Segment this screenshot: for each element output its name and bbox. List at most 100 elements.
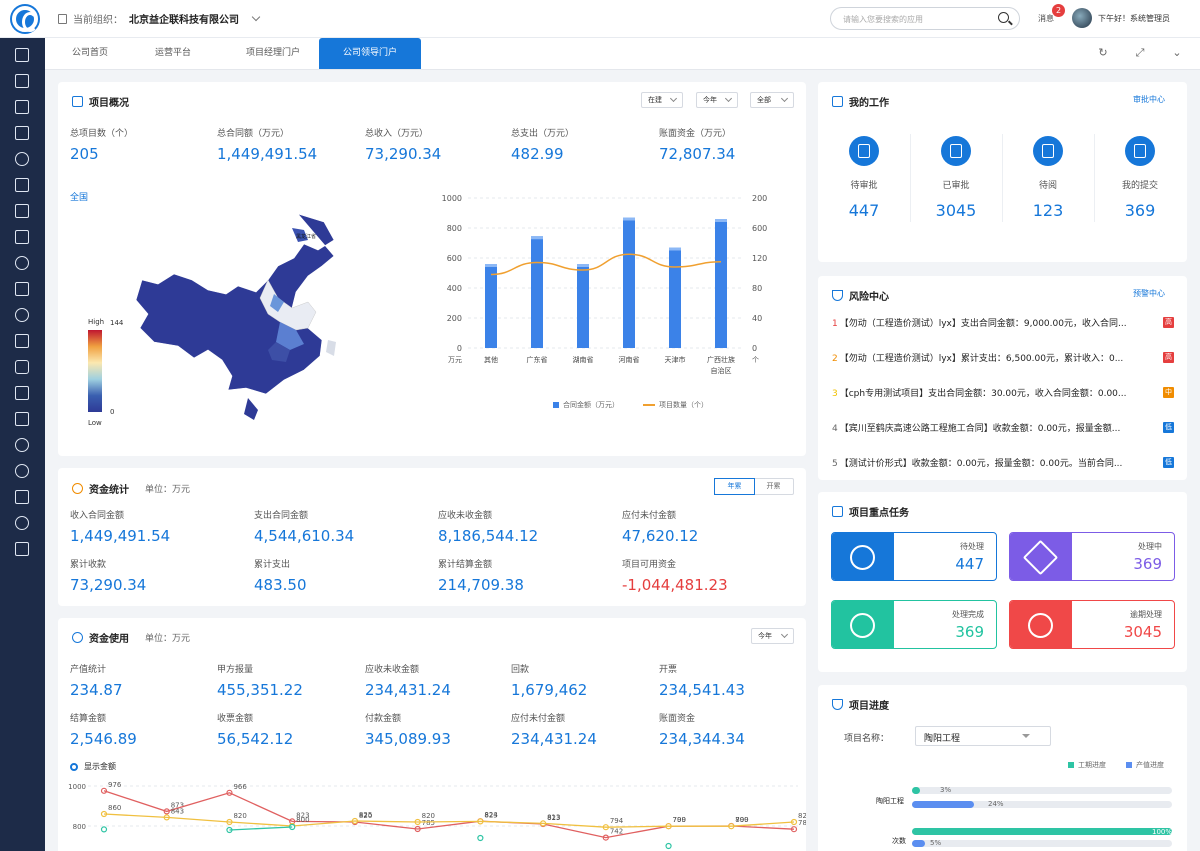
task-block: [832, 533, 894, 580]
task-block: [1010, 601, 1072, 648]
fullscreen-icon[interactable]: ⤢: [1134, 47, 1146, 59]
work-approved[interactable]: 已审批 3045: [910, 136, 1002, 220]
layers-icon[interactable]: [15, 126, 29, 140]
work-my-submissions[interactable]: 我的提交 369: [1094, 136, 1186, 220]
output-bar[interactable]: [912, 840, 1172, 847]
monitor-icon: [832, 96, 843, 107]
pie-chart-icon[interactable]: [15, 516, 29, 530]
org-name: 北京益企联科技有限公司: [129, 15, 239, 26]
work-pending-approval[interactable]: 待审批 447: [818, 136, 910, 220]
approved-icon: [941, 136, 971, 166]
search-input[interactable]: 请输入您要搜索的应用: [830, 7, 1020, 30]
output-pct: 24%: [988, 800, 1004, 808]
document-icon[interactable]: [15, 178, 29, 192]
fund-income-contract: 收入合同金额 1,449,491.54: [70, 511, 171, 545]
output-bar[interactable]: [912, 801, 1172, 808]
risk-text: 【勿动（工程造价测试）lyx】支出合同金额：9,000.00元，收入合同...: [839, 319, 1127, 329]
risk-item[interactable]: 5 【测试计价形式】收款金额：0.00元，报量金额：0.00元。当前合同...: [832, 456, 1172, 469]
flag-icon[interactable]: [15, 100, 29, 114]
risk-item[interactable]: 2 【勿动（工程造价测试）lyx】累计支出：6,500.00元，累计收入：0...: [832, 351, 1172, 364]
wrench-icon[interactable]: [15, 360, 29, 374]
columns-icon[interactable]: [15, 230, 29, 244]
risk-level-badge: 中: [1163, 387, 1174, 398]
approval-center-link[interactable]: 审批中心: [1133, 94, 1165, 105]
refresh-icon[interactable]: ↻: [1097, 47, 1109, 59]
china-map[interactable]: 黑龙江省: [128, 210, 348, 432]
y-right-tick: 80: [752, 284, 762, 293]
project-name-select[interactable]: 陶阳工程: [915, 726, 1051, 746]
red-series-line: [103, 790, 795, 839]
task-in-progress[interactable]: 处理中 369: [1009, 532, 1175, 581]
legend-contract-amount[interactable]: 合同金额（万元）: [553, 400, 619, 410]
task-pending[interactable]: 待处理 447: [831, 532, 997, 581]
money-bag-icon: [72, 483, 83, 494]
chevron-down-icon[interactable]: [251, 12, 261, 22]
risk-item[interactable]: 3 【cph专用测试项目】支出合同金额：30.00元，收入合同金额：0.00...: [832, 386, 1172, 399]
tab-company-home[interactable]: 公司首页: [55, 38, 125, 69]
warning-center-link[interactable]: 预警中心: [1133, 288, 1165, 299]
status-filter[interactable]: 在建: [641, 92, 683, 108]
contract-bar-chart: 1000 200800 600600 120400 80200 400 0万元 个其他 广东省湖…: [442, 194, 768, 375]
bar-cap: [485, 264, 497, 267]
x-tick: 河南省: [619, 355, 640, 364]
tab-leader-portal[interactable]: 公司领导门户: [319, 38, 421, 69]
show-amount-radio[interactable]: 显示金额: [70, 761, 116, 772]
work-to-read[interactable]: 待阅 123: [1002, 136, 1094, 220]
risk-item[interactable]: 1 【勿动（工程造价测试）lyx】支出合同金额：9,000.00元，收入合同...: [832, 316, 1172, 329]
invoice-icon[interactable]: [15, 386, 29, 400]
schedule-bar[interactable]: [912, 828, 1172, 835]
chevron-down-icon[interactable]: ⌄: [1171, 47, 1183, 59]
risk-level-badge: 低: [1163, 422, 1174, 433]
scale-gradient[interactable]: [88, 330, 102, 412]
risk-item[interactable]: 4 【宾川至鹤庆高速公路工程施工合同】收款金额：0.00元，报量金额...: [832, 421, 1172, 434]
risk-text: 【勿动（工程造价测试）lyx】累计支出：6,500.00元，累计收入：0...: [839, 354, 1124, 364]
money-bag-icon[interactable]: [15, 256, 29, 270]
list-icon[interactable]: [15, 490, 29, 504]
task-overdue[interactable]: 逾期处理 3045: [1009, 600, 1175, 649]
messages-button[interactable]: 消息: [1038, 13, 1054, 24]
finance-icon[interactable]: [15, 438, 29, 452]
database-icon[interactable]: [15, 464, 29, 478]
toggle-cumulative[interactable]: 开累: [754, 479, 793, 494]
tab-operations[interactable]: 运营平台: [137, 38, 209, 69]
logo-icon[interactable]: [12, 6, 38, 32]
task-completed[interactable]: 处理完成 369: [831, 600, 997, 649]
task-block: [1010, 533, 1072, 580]
output-pct: 5%: [930, 839, 942, 847]
bar: [577, 264, 589, 348]
green-series-point: [100, 826, 108, 833]
map-region-link[interactable]: 全国: [70, 190, 88, 203]
chart-icon[interactable]: [15, 48, 29, 62]
project-name-label: 项目名称：: [844, 734, 890, 744]
usage-settlement: 结算金额 2,546.89: [70, 714, 137, 748]
year-filter[interactable]: 今年: [696, 92, 738, 108]
search-icon[interactable]: [998, 12, 1009, 23]
fund-statistics-card: 资金统计 单位：万元 年累 开累 收入合同金额 1,449,491.54 支出合同金…: [58, 468, 806, 606]
tab-pm-portal[interactable]: 项目经理门户: [225, 38, 321, 69]
avatar[interactable]: [1072, 8, 1092, 28]
store-icon[interactable]: [15, 74, 29, 88]
stat-total-projects: 总项目数（个） 205: [70, 129, 134, 163]
stamp-icon[interactable]: [15, 204, 29, 218]
risk-index: 5: [832, 459, 838, 469]
progress-title: 项目进度: [832, 697, 889, 712]
target-icon[interactable]: [15, 152, 29, 166]
toggle-year[interactable]: 年累: [714, 478, 755, 495]
database-icon: [72, 632, 83, 643]
stat-total-expense: 总支出（万元） 482.99: [511, 129, 575, 163]
legend-output[interactable]: 产值进度: [1126, 760, 1164, 770]
copy-icon[interactable]: [15, 334, 29, 348]
user-greeting[interactable]: 下午好！系统管理员: [1098, 13, 1170, 24]
eye-icon[interactable]: [15, 308, 29, 322]
green-series-point: [477, 834, 484, 842]
download-icon[interactable]: [15, 412, 29, 426]
fund-expense-contract: 支出合同金额 4,544,610.34: [254, 511, 355, 545]
org-switcher[interactable]: 当前组织： 北京益企联科技有限公司: [58, 11, 261, 26]
legend-project-count[interactable]: 项目数量（个）: [643, 400, 708, 410]
calendar-icon[interactable]: [15, 282, 29, 296]
legend-schedule[interactable]: 工期进度: [1068, 760, 1106, 770]
scope-filter[interactable]: 全部: [750, 92, 794, 108]
scale-low-label: Low: [88, 419, 102, 427]
usage-year-filter[interactable]: 今年: [751, 628, 794, 644]
grid-icon[interactable]: [15, 542, 29, 556]
